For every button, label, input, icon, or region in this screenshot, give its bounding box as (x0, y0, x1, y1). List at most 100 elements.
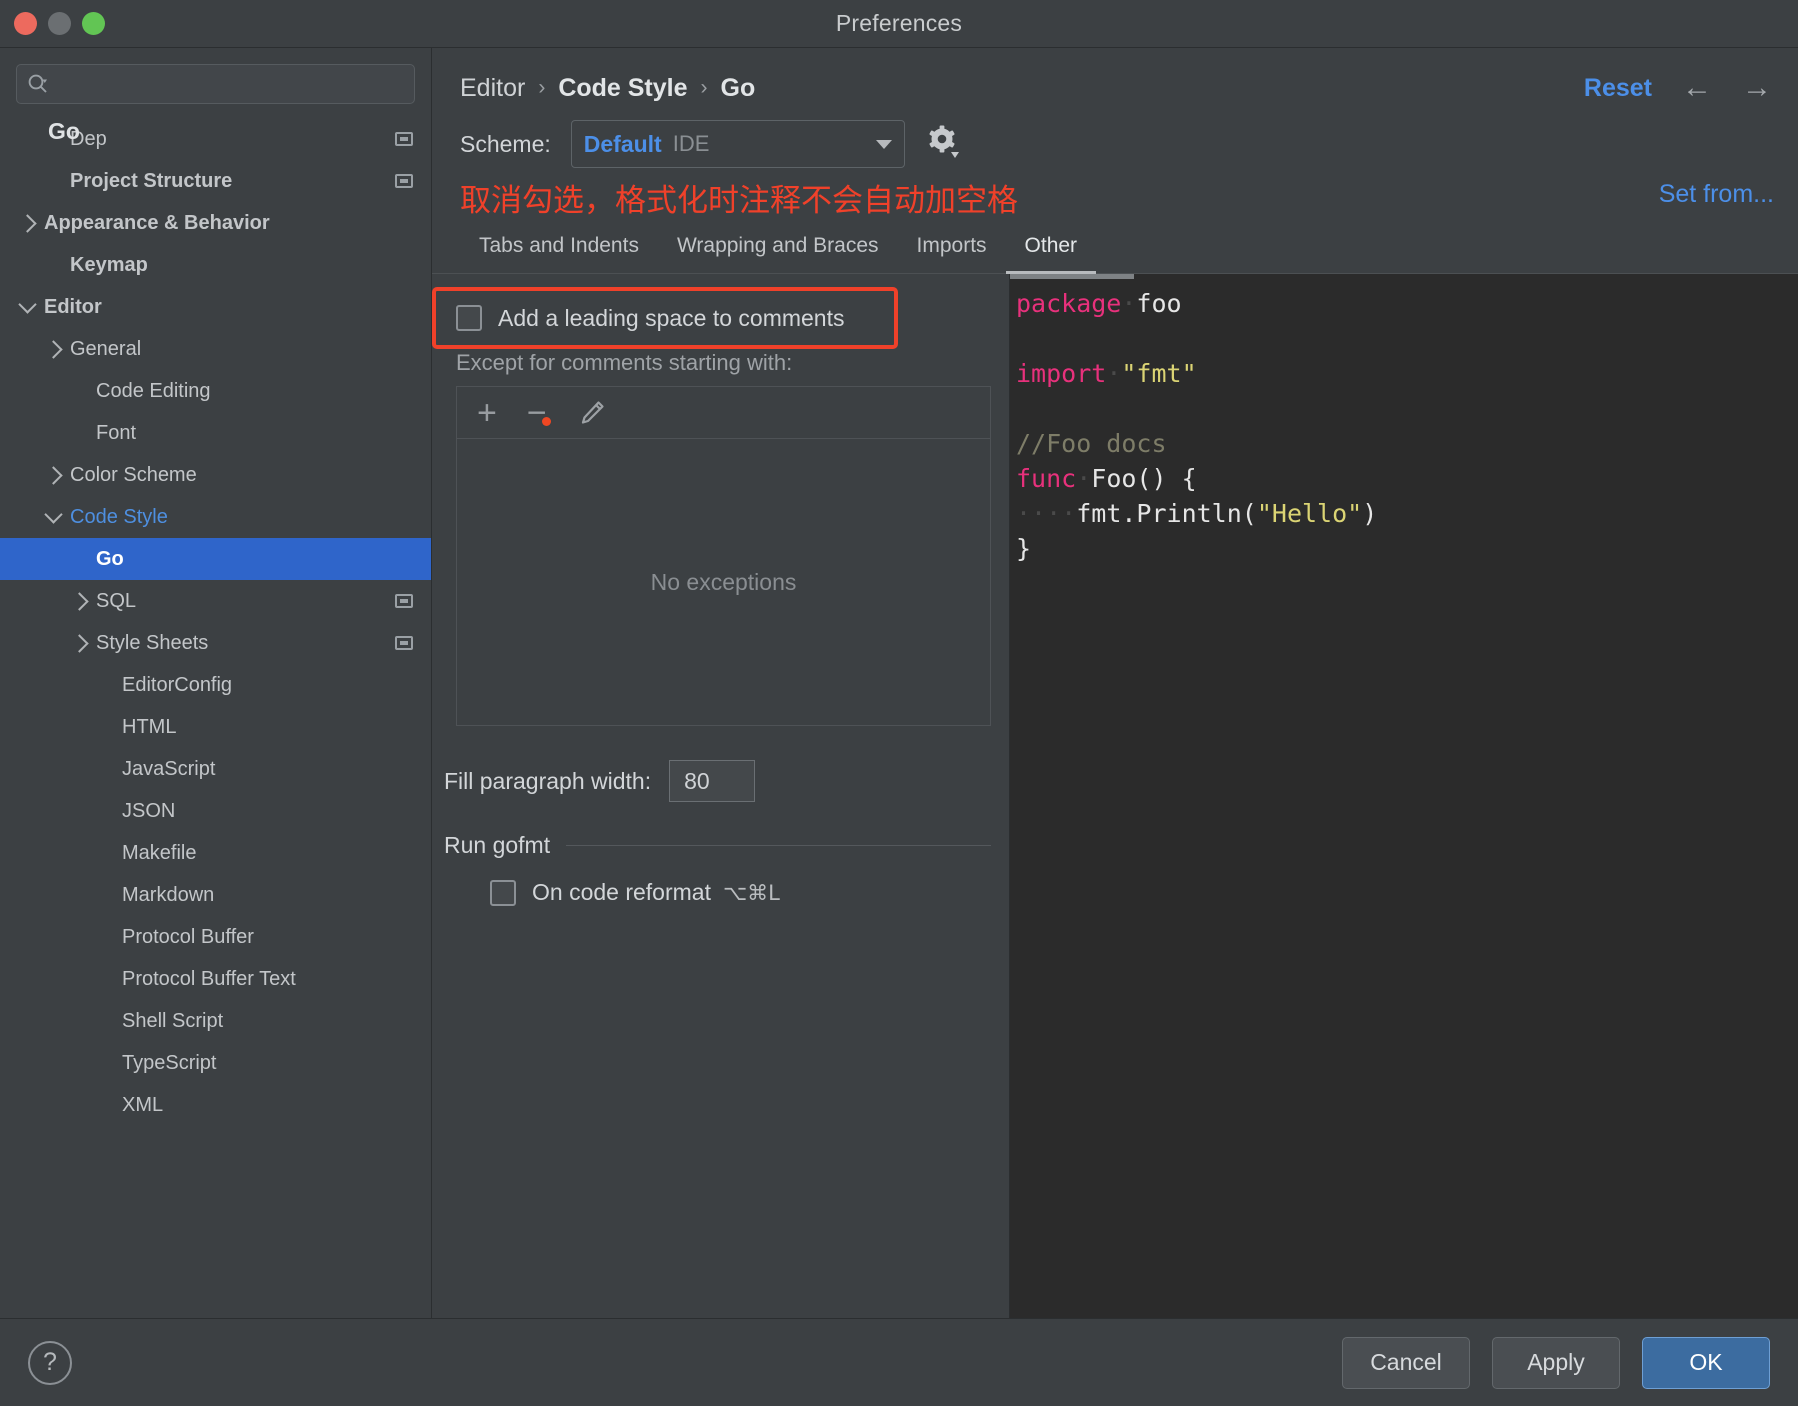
on-code-reformat-row[interactable]: On code reformat ⌥⌘L (432, 879, 1009, 906)
expand-toggle[interactable] (66, 633, 96, 653)
sidebar-item-shell-script[interactable]: Shell Script (0, 1000, 431, 1042)
exceptions-list[interactable]: No exceptions (457, 439, 990, 725)
scheme-row: Scheme: Default IDE (432, 110, 1798, 170)
exceptions-empty-text: No exceptions (650, 568, 797, 595)
code-token: ···· (1016, 499, 1077, 528)
sidebar-item-appearance-behavior[interactable]: Appearance & Behavior (0, 202, 431, 244)
sidebar-item-color-scheme[interactable]: Color Scheme (0, 454, 431, 496)
reset-button[interactable]: Reset (1584, 74, 1652, 103)
forward-arrow-icon[interactable]: → (1742, 73, 1772, 103)
preview-scrollbar[interactable] (1010, 274, 1134, 279)
sidebar-item-protocol-buffer-text[interactable]: Protocol Buffer Text (0, 958, 431, 1000)
chevron-down-icon[interactable] (17, 295, 37, 314)
sidebar-item-go[interactable]: Go (0, 538, 431, 580)
sidebar-item-markdown[interactable]: Markdown (0, 874, 431, 916)
ok-button[interactable]: OK (1642, 1336, 1770, 1389)
breadcrumb-code-style[interactable]: Code Style (558, 74, 687, 103)
sidebar-item-label: JavaScript (122, 757, 216, 780)
sidebar-item-label: Dep (70, 127, 107, 150)
fill-paragraph-row: Fill paragraph width: 80 (432, 760, 1009, 802)
pencil-icon[interactable] (577, 398, 607, 428)
back-arrow-icon[interactable]: ← (1682, 73, 1712, 103)
leading-space-label: Add a leading space to comments (498, 304, 845, 331)
code-token: "Hello" (1256, 499, 1363, 528)
chevron-right-icon[interactable] (43, 465, 63, 485)
sidebar-item-style-sheets[interactable]: Style Sheets (0, 622, 431, 664)
run-gofmt-title: Run gofmt (444, 832, 551, 858)
breadcrumb-go[interactable]: Go (721, 74, 756, 103)
scheme-dropdown[interactable]: Default IDE (570, 120, 905, 168)
gear-icon[interactable] (927, 124, 961, 165)
collapse-toggle[interactable] (40, 505, 70, 524)
code-preview: package·foo import·"fmt" //Foo docs func… (1010, 274, 1798, 1318)
sidebar-item-protocol-buffer[interactable]: Protocol Buffer (0, 916, 431, 958)
sidebar-item-font[interactable]: Font (0, 412, 431, 454)
project-scope-icon (395, 132, 413, 146)
leading-space-checkbox-row[interactable]: Add a leading space to comments (432, 288, 1009, 348)
sidebar-item-label: Shell Script (122, 1009, 224, 1032)
fill-paragraph-value: 80 (684, 767, 710, 794)
sidebar-item-code-style[interactable]: Code Style (0, 496, 431, 538)
tab-wrapping-and-braces[interactable]: Wrapping and Braces (658, 234, 898, 274)
sidebar-item-javascript[interactable]: JavaScript (0, 748, 431, 790)
sidebar-item-typescript[interactable]: TypeScript (0, 1042, 431, 1084)
sidebar-item-label: JSON (122, 799, 176, 822)
expand-toggle[interactable] (40, 465, 70, 485)
settings-tree[interactable]: Go Dep Project Structure Appearance & Beha… (0, 114, 431, 1318)
sidebar-item-html[interactable]: HTML (0, 706, 431, 748)
help-button[interactable]: ? (28, 1340, 72, 1385)
expand-toggle[interactable] (40, 339, 70, 359)
on-code-reformat-label: On code reformat (532, 879, 711, 905)
expand-toggle[interactable] (14, 213, 44, 233)
annotation-row: 取消勾选，格式化时注释不会自动加空格 Set from... (432, 170, 1798, 224)
search-box[interactable] (16, 64, 415, 104)
tab-tabs-and-indents[interactable]: Tabs and Indents (460, 234, 658, 274)
sidebar-item-json[interactable]: JSON (0, 790, 431, 832)
code-token: · (1106, 359, 1122, 388)
settings-tabs: Tabs and Indents Wrapping and Braces Impor… (432, 224, 1798, 274)
chevron-down-icon[interactable] (43, 505, 63, 524)
sidebar-item-makefile[interactable]: Makefile (0, 832, 431, 874)
sidebar-item-editor[interactable]: Editor (0, 286, 431, 328)
fill-paragraph-input[interactable]: 80 (669, 760, 756, 802)
tab-other[interactable]: Other (1005, 234, 1097, 274)
apply-button[interactable]: Apply (1492, 1336, 1620, 1389)
tab-imports[interactable]: Imports (898, 234, 1006, 274)
except-label: Except for comments starting with: (456, 350, 793, 375)
sidebar-item-project-structure[interactable]: Project Structure (0, 160, 431, 202)
sidebar-item-sql[interactable]: SQL (0, 580, 431, 622)
code-token: foo (1136, 289, 1182, 318)
sidebar-item-xml[interactable]: XML (0, 1084, 431, 1126)
chevron-right-icon[interactable] (69, 633, 89, 653)
plus-icon[interactable]: + (477, 396, 497, 430)
minus-icon[interactable]: − (527, 396, 551, 430)
search-input[interactable] (55, 74, 404, 94)
on-code-reformat-checkbox[interactable] (490, 879, 516, 906)
title-bar: Preferences (0, 0, 1798, 48)
chevron-right-icon[interactable] (17, 213, 37, 233)
sidebar-item-label: Style Sheets (96, 631, 209, 654)
sidebar-item-general[interactable]: General (0, 328, 431, 370)
sidebar-item-label: Protocol Buffer Text (122, 967, 296, 990)
chevron-right-icon[interactable] (43, 339, 63, 359)
sidebar-item-code-editing[interactable]: Code Editing (0, 370, 431, 412)
sidebar-item-editorconfig[interactable]: EditorConfig (0, 664, 431, 706)
sidebar-item-label: Font (96, 421, 137, 444)
sidebar-item-label: HTML (122, 715, 177, 738)
sidebar-item-keymap[interactable]: Keymap (0, 244, 431, 286)
group-divider (566, 845, 991, 846)
sidebar-item-label: EditorConfig (122, 673, 233, 696)
expand-toggle[interactable] (66, 591, 96, 611)
code-token: func (1016, 464, 1077, 493)
exceptions-toolbar: + − (457, 387, 990, 439)
breadcrumb-editor[interactable]: Editor (460, 74, 525, 103)
set-from-link[interactable]: Set from... (1659, 180, 1774, 209)
sidebar-item-label: Go (96, 547, 124, 570)
code-token: "fmt" (1121, 359, 1197, 388)
cancel-button[interactable]: Cancel (1342, 1336, 1470, 1389)
leading-space-checkbox[interactable] (456, 305, 482, 331)
project-scope-icon (395, 174, 413, 188)
collapse-toggle[interactable] (14, 295, 44, 314)
chevron-right-icon[interactable] (69, 591, 89, 611)
code-token: ) (1362, 499, 1378, 528)
